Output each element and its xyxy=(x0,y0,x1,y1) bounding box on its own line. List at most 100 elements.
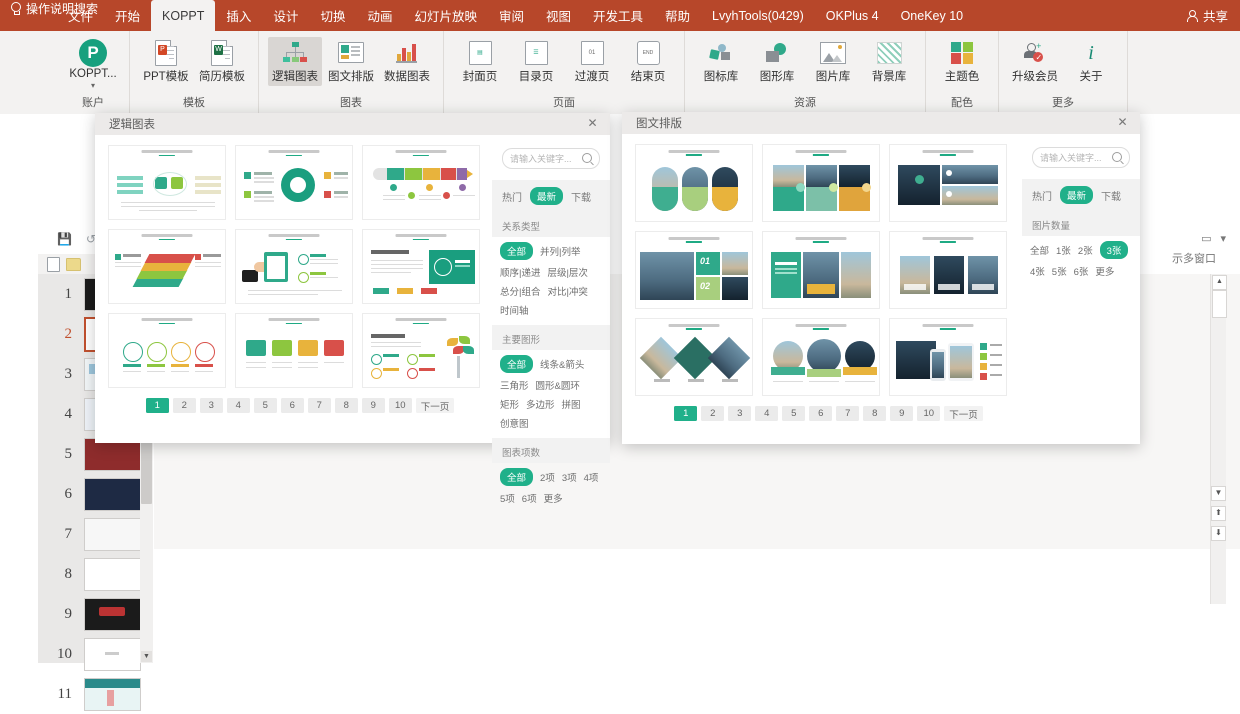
sort-tab-下载[interactable]: 下载 xyxy=(1101,188,1121,203)
图片库-button[interactable]: 图片库 xyxy=(806,37,860,86)
ribbon-tab-2[interactable]: KOPPT xyxy=(151,0,216,31)
slide-row[interactable]: 9 xyxy=(38,594,153,634)
canvas-scroll-thumb[interactable] xyxy=(1212,290,1227,318)
filter-chip-全部[interactable]: 全部 xyxy=(1030,243,1049,257)
page-button-7[interactable]: 7 xyxy=(307,398,331,413)
template-card[interactable] xyxy=(362,313,480,388)
结束页-button[interactable]: END 结束页 xyxy=(621,37,675,86)
scroll-up-icon[interactable]: ▲ xyxy=(1212,275,1227,290)
page-button-5[interactable]: 5 xyxy=(253,398,277,413)
主题色-button[interactable]: 主题色 xyxy=(935,37,989,86)
ribbon-tab-9[interactable]: 视图 xyxy=(535,0,582,31)
filter-chip-顺序|递进[interactable]: 顺序|递进 xyxy=(500,265,540,279)
logic-dialog-titlebar[interactable]: 逻辑图表 ✕ xyxy=(95,113,610,135)
filter-chip-多边形[interactable]: 多边形 xyxy=(526,397,555,411)
目录页-button[interactable]: ☰ 目录页 xyxy=(509,37,563,86)
template-card[interactable] xyxy=(108,145,226,220)
filter-chip-拼图[interactable]: 拼图 xyxy=(562,397,581,411)
template-card[interactable] xyxy=(762,231,880,309)
sort-tab-最新[interactable]: 最新 xyxy=(530,187,564,205)
ribbon-tab-4[interactable]: 设计 xyxy=(262,0,309,31)
filter-chip-三角形[interactable]: 三角形 xyxy=(500,378,529,392)
slide-thumbnail[interactable] xyxy=(84,477,141,511)
page-button-1[interactable]: 1 xyxy=(674,406,698,421)
template-card[interactable] xyxy=(235,229,353,304)
layout-pagination[interactable]: 1 2 3 4 5 6 7 8 9 10 下一页 xyxy=(635,406,1022,421)
ribbon-tab-7[interactable]: 幻灯片放映 xyxy=(403,0,488,31)
图标库-button[interactable]: 图标库 xyxy=(694,37,748,86)
ribbon-tab-13[interactable]: OKPlus 4 xyxy=(815,0,890,31)
过渡页-button[interactable]: 01 过渡页 xyxy=(565,37,619,86)
filter-chip-更多[interactable]: 更多 xyxy=(1095,264,1114,278)
search-icon[interactable] xyxy=(582,153,592,163)
page-button-7[interactable]: 7 xyxy=(836,406,860,421)
layout-dialog-close-icon[interactable]: ✕ xyxy=(1115,115,1130,130)
filter-chip-圆形&圆环[interactable]: 圆形&圆环 xyxy=(536,378,580,392)
page-button-2[interactable]: 2 xyxy=(172,398,196,413)
template-card[interactable] xyxy=(762,318,880,396)
封面页-button[interactable]: ▤ 封面页 xyxy=(453,37,507,86)
page-button-4[interactable]: 4 xyxy=(755,406,779,421)
template-card[interactable] xyxy=(108,313,226,388)
filter-chip-1张[interactable]: 1张 xyxy=(1056,243,1071,257)
逻辑图表-button[interactable]: 逻辑图表 xyxy=(268,37,322,86)
slide-row[interactable]: 11 xyxy=(38,674,153,714)
template-card[interactable] xyxy=(889,144,1007,222)
ribbon-tab-0[interactable]: 文件 xyxy=(57,0,104,31)
page-button-8[interactable]: 8 xyxy=(863,406,887,421)
filter-chip-全部[interactable]: 全部 xyxy=(500,242,534,260)
template-card[interactable] xyxy=(635,144,753,222)
filter-chip-更多[interactable]: 更多 xyxy=(544,491,563,505)
page-button-3[interactable]: 3 xyxy=(728,406,752,421)
template-card[interactable] xyxy=(362,145,480,220)
sort-tab-热门[interactable]: 热门 xyxy=(502,189,522,204)
template-card[interactable] xyxy=(762,144,880,222)
sort-tab-下载[interactable]: 下载 xyxy=(571,189,591,204)
升级会员-button[interactable]: + ✓ 升级会员 xyxy=(1008,37,1062,86)
page-button-5[interactable]: 5 xyxy=(782,406,806,421)
logic-pagination[interactable]: 1 2 3 4 5 6 7 8 9 10 下一页 xyxy=(108,398,492,413)
template-card[interactable]: 01 02 xyxy=(635,231,753,309)
search-input[interactable]: 请输入关键字... xyxy=(502,148,600,169)
filter-chip-总分|组合[interactable]: 总分|组合 xyxy=(500,284,540,298)
layout-filter-sidebar[interactable]: 请输入关键字... 热门 最新 下载 图片数量 全部 1张 2张 3张 4张 5张 6张 更多 xyxy=(1022,134,1140,444)
ribbon-tab-10[interactable]: 开发工具 xyxy=(582,0,654,31)
template-card[interactable] xyxy=(235,313,353,388)
page-button-10[interactable]: 10 xyxy=(388,398,412,413)
page-button-1[interactable]: 1 xyxy=(145,398,169,413)
scroll-down-icon[interactable]: ▼ xyxy=(141,651,152,662)
logic-filter-sidebar[interactable]: 请输入关键字... 热门 最新 下载 关系类型 全部 并列|列举 顺序|递进 层级|层次 总分|组… xyxy=(492,135,610,505)
slide-thumbnail[interactable] xyxy=(84,677,141,711)
page-button-8[interactable]: 8 xyxy=(334,398,358,413)
图形库-button[interactable]: 图形库 xyxy=(750,37,804,86)
chevron-down-icon[interactable]: ▾ xyxy=(91,82,95,90)
filter-chip-并列|列举[interactable]: 并列|列举 xyxy=(540,244,580,258)
page-button-2[interactable]: 2 xyxy=(701,406,725,421)
search-icon[interactable] xyxy=(1112,152,1122,162)
slide-thumbnail[interactable] xyxy=(84,517,141,551)
slide-thumbnail[interactable] xyxy=(84,557,141,591)
sort-tab-最新[interactable]: 最新 xyxy=(1060,186,1094,204)
filter-chip-3张[interactable]: 3张 xyxy=(1099,241,1129,259)
filter-chip-4张[interactable]: 4张 xyxy=(1030,264,1045,278)
filter-chip-3项[interactable]: 3项 xyxy=(562,470,577,484)
slide-row[interactable]: 10 xyxy=(38,634,153,674)
sort-tab-热门[interactable]: 热门 xyxy=(1032,188,1052,203)
filter-chip-对比|冲突[interactable]: 对比|冲突 xyxy=(547,284,587,298)
page-button-9[interactable]: 9 xyxy=(361,398,385,413)
page-button-6[interactable]: 6 xyxy=(280,398,304,413)
template-card[interactable] xyxy=(235,145,353,220)
next-slide-icon[interactable]: ⬇ xyxy=(1211,526,1226,541)
page-button-4[interactable]: 4 xyxy=(226,398,250,413)
template-card[interactable] xyxy=(635,318,753,396)
filter-chip-线条&箭头[interactable]: 线条&箭头 xyxy=(540,357,584,371)
page-button-3[interactable]: 3 xyxy=(199,398,223,413)
slide-row[interactable]: 6 xyxy=(38,474,153,514)
filter-chip-4项[interactable]: 4项 xyxy=(584,470,599,484)
filter-chip-2项[interactable]: 2项 xyxy=(540,470,555,484)
filter-chip-矩形[interactable]: 矩形 xyxy=(500,397,519,411)
search-input[interactable]: 请输入关键字... xyxy=(1032,147,1130,168)
filter-chip-创意图[interactable]: 创意图 xyxy=(500,416,529,430)
share-button[interactable]: 共享 xyxy=(1186,0,1228,31)
ribbon-tab-6[interactable]: 动画 xyxy=(356,0,403,31)
